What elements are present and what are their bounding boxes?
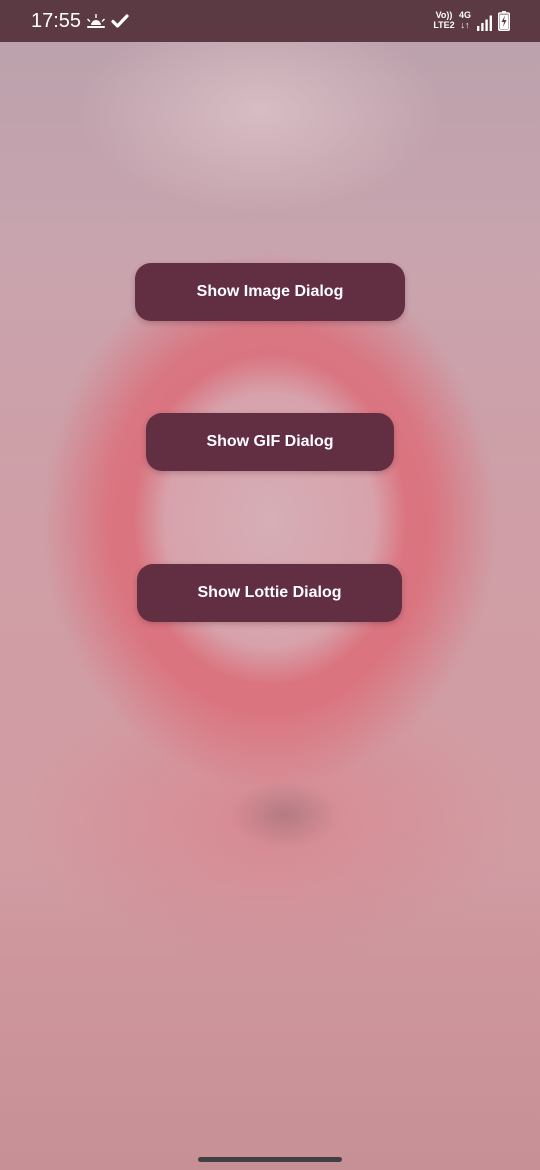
app-screen: 17:55 Vo)) LTE2 4G ↓↑ Show Image Dialog … (0, 0, 540, 1170)
battery-charging-icon (498, 11, 510, 31)
show-lottie-dialog-button[interactable]: Show Lottie Dialog (137, 564, 402, 622)
gesture-nav-handle[interactable] (198, 1157, 342, 1162)
background-highlight (0, 40, 540, 260)
sun-cloud-icon (86, 11, 106, 31)
status-time: 17:55 (31, 10, 82, 32)
show-image-dialog-button[interactable]: Show Image Dialog (135, 263, 405, 321)
network-type-label: 4G (458, 10, 471, 20)
background-dark-spot (230, 780, 340, 850)
volte-label: Vo)) (435, 10, 453, 20)
lte2-label: LTE2 (433, 20, 455, 30)
volte-indicator: Vo)) LTE2 (433, 10, 455, 30)
network-type-indicator: 4G ↓↑ (458, 10, 472, 30)
check-icon (111, 11, 129, 31)
data-activity-arrows: ↓↑ (460, 20, 470, 30)
signal-icon (477, 13, 493, 33)
background-lower-shade (0, 880, 540, 1170)
show-gif-dialog-button[interactable]: Show GIF Dialog (146, 413, 394, 471)
status-bar: 17:55 Vo)) LTE2 4G ↓↑ (0, 0, 540, 42)
